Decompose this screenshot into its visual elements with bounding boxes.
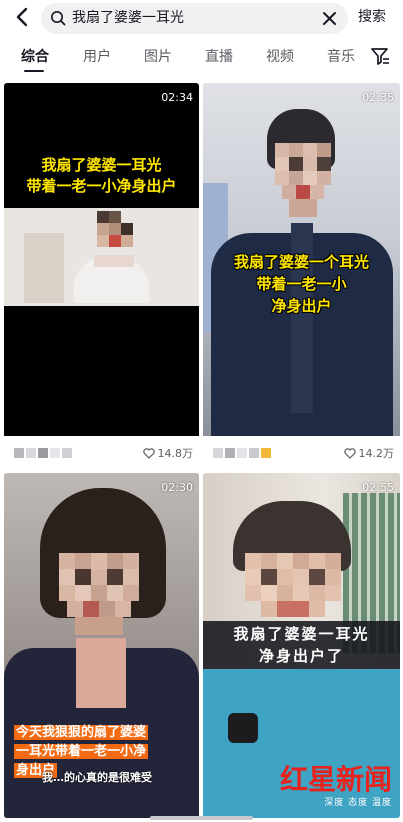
search-query[interactable]: 我扇了婆婆一耳光 [72,3,184,34]
search-input[interactable]: 我扇了婆婆一耳光 [41,3,348,34]
heart-icon [142,447,155,459]
video-duration: 02:55 [362,481,394,494]
video-thumbnail: 02:30 今天我狠狠的扇了婆婆 一耳光带着一老一小净 身出户 我…的心真的是很… [4,473,199,818]
video-caption: 我扇了婆婆一个耳光 带着一老一小 净身出户 [233,253,369,315]
scroll-indicator [150,816,253,820]
author-avatar [213,448,271,458]
close-icon[interactable] [321,10,338,27]
video-card-3[interactable]: 02:30 今天我狠狠的扇了婆婆 一耳光带着一老一小净 身出户 我…的心真的是很… [4,473,199,818]
video-caption: 我扇了婆婆一耳光 带着一老一小净身出户 [26,156,177,195]
search-header: 我扇了婆婆一耳光 搜索 [0,0,403,38]
video-duration: 02:35 [362,91,394,104]
author-avatar [14,448,72,458]
heart-icon [343,447,356,459]
search-icon [51,11,66,26]
video-card-4[interactable]: 02:55 我扇了婆婆一耳光 净身出户了 红星新闻 深度 态度 温度 [203,473,400,818]
like-count: 14.2万 [343,445,394,461]
tab-videos[interactable]: 视频 [266,42,294,76]
active-tab-indicator [24,70,44,72]
video-card-2[interactable]: 02:35 我扇了婆婆一个耳光 带着一老一小 净身出户 14.2万 [203,83,400,468]
video-subtitle: 我…的心真的是很难受 [42,771,152,784]
video-caption: 我扇了婆婆一耳光 净身出户了 [233,625,370,665]
video-card-footer: 14.8万 [4,438,199,468]
tab-live[interactable]: 直播 [205,42,233,76]
video-duration: 02:34 [161,91,193,104]
video-thumbnail: 02:34 我扇了婆婆一耳光 带着一老一小净身出户 [4,83,199,436]
chevron-left-icon[interactable] [12,6,34,28]
video-thumbnail: 02:35 我扇了婆婆一个耳光 带着一老一小 净身出户 [203,83,400,436]
news-watermark: 红星新闻 深度 态度 温度 [279,763,392,809]
like-count: 14.8万 [142,445,193,461]
video-duration: 02:30 [161,481,193,494]
video-thumbnail: 02:55 我扇了婆婆一耳光 净身出户了 红星新闻 深度 态度 温度 [203,473,400,818]
tab-images[interactable]: 图片 [144,42,172,76]
tab-users[interactable]: 用户 [83,42,111,76]
tab-music[interactable]: 音乐 [327,42,355,76]
result-tabs: 综合 用户 图片 直播 视频 音乐 [0,42,403,76]
video-card-footer: 14.2万 [203,438,400,468]
search-button[interactable]: 搜索 [358,0,386,34]
video-card-1[interactable]: 02:34 我扇了婆婆一耳光 带着一老一小净身出户 14.8万 [4,83,199,468]
filter-icon[interactable] [370,46,390,66]
